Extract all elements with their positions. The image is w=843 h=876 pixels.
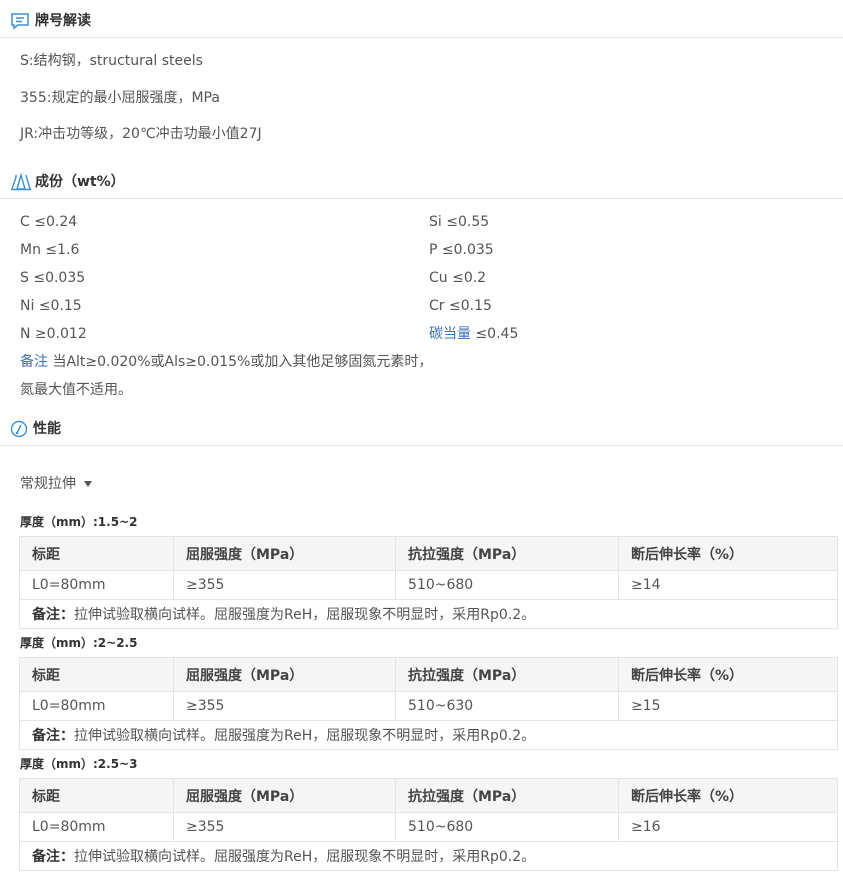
thickness-label: 厚度（mm）:1.5~2	[20, 515, 138, 529]
header-elongation: 断后伸长率（%）	[618, 778, 838, 813]
thickness-label: 厚度（mm）:2~2.5	[20, 636, 138, 650]
remark-label: 备注：	[32, 607, 74, 623]
table-header-row: 标距 屈服强度（MPa） 抗拉强度（MPa） 断后伸长率（%）	[19, 778, 838, 813]
table-row: L0=80mm ≥355 510~680 ≥14	[19, 570, 838, 600]
grade-section-header: 牌号解读	[0, 2, 843, 38]
cell-elongation: ≥14	[618, 570, 838, 600]
caret-down-icon	[84, 481, 92, 487]
remark-label: 备注：	[32, 849, 74, 865]
cell-gauge-length: L0=80mm	[19, 812, 174, 842]
header-yield-strength: 屈服强度（MPa）	[173, 778, 396, 813]
test-type-value: 常规拉伸	[20, 476, 76, 492]
composition-item: Cu ≤0.2	[429, 270, 487, 286]
composition-item: Cr ≤0.15	[429, 298, 492, 314]
composition-note-line1: 当Alt≥0.020%或Als≥0.015%或加入其他足够固氮元素时，	[48, 354, 433, 370]
composition-section-title: 成份（wt%）	[35, 174, 125, 190]
composition-item: N ≥0.012	[20, 326, 87, 342]
carbon-equivalent-label: 碳当量	[429, 326, 471, 342]
header-tensile-strength: 抗拉强度（MPa）	[395, 778, 619, 813]
thickness-label: 厚度（mm）:2.5~3	[20, 757, 138, 771]
header-tensile-strength: 抗拉强度（MPa）	[395, 536, 619, 571]
cell-tensile-strength: 510~680	[395, 812, 619, 842]
remark-cell: 备注：拉伸试验取横向试样。屈服强度为ReH，屈服现象不明显时，采用Rp0.2。	[19, 720, 838, 750]
header-gauge-length: 标距	[19, 536, 174, 571]
table-remark-row: 备注：拉伸试验取横向试样。屈服强度为ReH，屈服现象不明显时，采用Rp0.2。	[19, 720, 838, 750]
test-type-select[interactable]: 常规拉伸	[20, 475, 92, 493]
header-gauge-length: 标距	[19, 778, 174, 813]
table-remark-row: 备注：拉伸试验取横向试样。屈服强度为ReH，屈服现象不明显时，采用Rp0.2。	[19, 841, 838, 871]
table-row: L0=80mm ≥355 510~680 ≥16	[19, 812, 838, 842]
composition-note-line2: 氮最大值不适用。	[20, 382, 132, 398]
carbon-equivalent-value: ≤0.45	[471, 326, 519, 342]
grade-line: S:结构钢，structural steels	[20, 53, 203, 69]
composition-item: Si ≤0.55	[429, 214, 490, 230]
grade-line: 355:规定的最小屈服强度，MPa	[20, 90, 220, 106]
cell-yield-strength: ≥355	[173, 570, 396, 600]
cell-elongation: ≥16	[618, 812, 838, 842]
composition-item: P ≤0.035	[429, 242, 494, 258]
performance-section-header: 性能	[0, 410, 843, 446]
table-header-row: 标距 屈服强度（MPa） 抗拉强度（MPa） 断后伸长率（%）	[19, 657, 838, 692]
comment-icon	[10, 12, 30, 30]
header-yield-strength: 屈服强度（MPa）	[173, 536, 396, 571]
header-elongation: 断后伸长率（%）	[618, 657, 838, 692]
carbon-equivalent: 碳当量 ≤0.45	[429, 325, 518, 343]
header-yield-strength: 屈服强度（MPa）	[173, 657, 396, 692]
gauge-icon	[10, 420, 30, 438]
table-row: L0=80mm ≥355 510~630 ≥15	[19, 691, 838, 721]
composition-section-header: 成份（wt%）	[0, 163, 843, 199]
composition-item: C ≤0.24	[20, 214, 78, 230]
composition-item: Mn ≤1.6	[20, 242, 80, 258]
table-header-row: 标距 屈服强度（MPa） 抗拉强度（MPa） 断后伸长率（%）	[19, 536, 838, 571]
remark-text: 拉伸试验取横向试样。屈服强度为ReH，屈服现象不明显时，采用Rp0.2。	[74, 728, 536, 744]
performance-section-title: 性能	[33, 421, 61, 437]
remark-label: 备注：	[32, 728, 74, 744]
cell-tensile-strength: 510~680	[395, 570, 619, 600]
flask-icon	[10, 172, 31, 191]
remark-text: 拉伸试验取横向试样。屈服强度为ReH，屈服现象不明显时，采用Rp0.2。	[74, 849, 536, 865]
cell-gauge-length: L0=80mm	[19, 570, 174, 600]
composition-note-label: 备注	[20, 354, 48, 370]
table-remark-row: 备注：拉伸试验取横向试样。屈服强度为ReH，屈服现象不明显时，采用Rp0.2。	[19, 599, 838, 629]
header-tensile-strength: 抗拉强度（MPa）	[395, 657, 619, 692]
header-elongation: 断后伸长率（%）	[618, 536, 838, 571]
composition-note: 备注 当Alt≥0.020%或Als≥0.015%或加入其他足够固氮元素时，	[20, 353, 432, 371]
remark-text: 拉伸试验取横向试样。屈服强度为ReH，屈服现象不明显时，采用Rp0.2。	[74, 607, 536, 623]
tensile-table: 标距 屈服强度（MPa） 抗拉强度（MPa） 断后伸长率（%） L0=80mm …	[19, 657, 838, 750]
grade-section-title: 牌号解读	[35, 13, 91, 29]
grade-line: JR:冲击功等级，20℃冲击功最小值27J	[20, 126, 262, 142]
remark-cell: 备注：拉伸试验取横向试样。屈服强度为ReH，屈服现象不明显时，采用Rp0.2。	[19, 841, 838, 871]
cell-yield-strength: ≥355	[173, 691, 396, 721]
tensile-table: 标距 屈服强度（MPa） 抗拉强度（MPa） 断后伸长率（%） L0=80mm …	[19, 536, 838, 629]
cell-yield-strength: ≥355	[173, 812, 396, 842]
remark-cell: 备注：拉伸试验取横向试样。屈服强度为ReH，屈服现象不明显时，采用Rp0.2。	[19, 599, 838, 629]
header-gauge-length: 标距	[19, 657, 174, 692]
cell-tensile-strength: 510~630	[395, 691, 619, 721]
composition-item: Ni ≤0.15	[20, 298, 82, 314]
cell-elongation: ≥15	[618, 691, 838, 721]
cell-gauge-length: L0=80mm	[19, 691, 174, 721]
composition-item: S ≤0.035	[20, 270, 86, 286]
tensile-table: 标距 屈服强度（MPa） 抗拉强度（MPa） 断后伸长率（%） L0=80mm …	[19, 778, 838, 871]
